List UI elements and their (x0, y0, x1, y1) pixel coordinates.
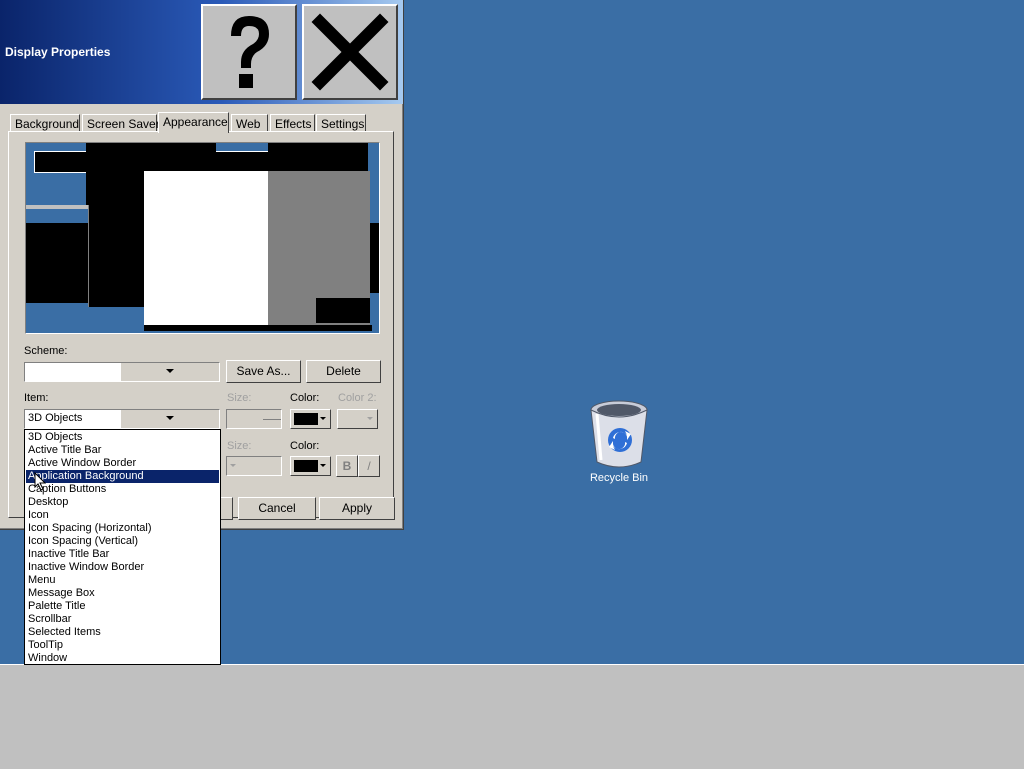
preview-bottom-edge (144, 325, 372, 331)
list-item[interactable]: Icon (26, 509, 219, 522)
list-item[interactable]: Active Title Bar (26, 444, 219, 457)
list-item[interactable]: ToolTip (26, 639, 219, 652)
help-button[interactable] (201, 4, 297, 100)
list-item-selected[interactable]: Application Background (26, 470, 219, 483)
delete-button[interactable]: Delete (306, 360, 381, 383)
spin-up-arrow[interactable] (263, 410, 281, 420)
font-color-picker[interactable] (290, 456, 331, 476)
item-color-picker[interactable] (290, 409, 331, 429)
list-item[interactable]: Menu (26, 574, 219, 587)
recycle-bin-icon (590, 400, 648, 468)
chevron-down-icon (166, 416, 174, 420)
recycle-bin-label: Recycle Bin (589, 472, 649, 484)
item-value: 3D Objects (28, 412, 83, 424)
appearance-preview[interactable] (25, 142, 380, 334)
item-dropdown-list[interactable]: 3D Objects Active Title Bar Active Windo… (24, 429, 221, 665)
item-color2-picker[interactable] (337, 409, 378, 429)
chevron-down-icon (320, 417, 326, 420)
item-size-spinner[interactable] (226, 409, 282, 429)
font-size-label: Size: (227, 440, 252, 452)
list-item[interactable]: Message Box (26, 587, 219, 600)
scheme-combobox[interactable] (24, 362, 220, 382)
list-item[interactable]: Selected Items (26, 626, 219, 639)
item-combobox[interactable]: 3D Objects (24, 409, 220, 429)
list-item[interactable]: Caption Buttons (26, 483, 219, 496)
save-as-button[interactable]: Save As... (226, 360, 301, 383)
preview-message-box (316, 298, 370, 323)
item-color-label: Color: (290, 392, 320, 404)
list-item[interactable]: Icon Spacing (Horizontal) (26, 522, 219, 535)
list-item[interactable]: Inactive Title Bar (26, 548, 219, 561)
preview-right-edge (370, 223, 379, 293)
list-item[interactable]: Desktop (26, 496, 219, 509)
question-mark-icon (231, 16, 269, 88)
tab-effects[interactable]: Effects (270, 114, 315, 132)
close-x-icon (311, 13, 389, 91)
font-color-label: Color: (290, 440, 320, 452)
chevron-down-icon (367, 417, 373, 420)
close-button[interactable] (302, 4, 398, 100)
mouse-cursor-icon (34, 472, 46, 491)
recycle-bin-shortcut[interactable]: Recycle Bin (580, 398, 658, 484)
tab-settings[interactable]: Settings (316, 114, 366, 132)
item-size-label: Size: (227, 392, 252, 404)
title-bar[interactable]: Display Properties (0, 0, 403, 104)
item-color-swatch (294, 413, 318, 425)
preview-window-frame (88, 205, 145, 307)
chevron-down-icon (230, 464, 236, 467)
scheme-label: Scheme: (24, 345, 68, 357)
font-color-swatch (294, 460, 318, 472)
list-item[interactable]: Palette Title (26, 600, 219, 613)
scheme-dropdown-arrow[interactable] (120, 363, 219, 381)
list-item[interactable]: Icon Spacing (Vertical) (26, 535, 219, 548)
italic-button[interactable]: / (358, 455, 380, 477)
dialog-title: Display Properties (5, 45, 111, 59)
list-item[interactable]: 3D Objects (26, 431, 219, 444)
tab-web[interactable]: Web (231, 114, 268, 132)
apply-button[interactable]: Apply (319, 497, 395, 520)
bold-button[interactable]: B (336, 455, 358, 477)
chevron-down-icon (320, 464, 326, 467)
preview-left-block (26, 223, 88, 303)
item-color2-label: Color 2: (338, 392, 377, 404)
chevron-down-icon (166, 369, 174, 373)
list-item[interactable]: Active Window Border (26, 457, 219, 470)
cancel-button[interactable]: Cancel (238, 497, 316, 520)
taskbar (0, 664, 1024, 769)
font-size-combobox[interactable] (226, 456, 282, 476)
preview-window-text-area (144, 171, 270, 329)
list-item[interactable]: Window (26, 652, 219, 665)
item-dropdown-arrow[interactable] (120, 410, 219, 428)
tab-appearance[interactable]: Appearance (158, 112, 229, 133)
item-label: Item: (24, 392, 49, 404)
list-item[interactable]: Scrollbar (26, 613, 219, 626)
list-item[interactable]: Inactive Window Border (26, 561, 219, 574)
tab-background[interactable]: Background (10, 114, 80, 132)
tab-screen-saver[interactable]: Screen Saver (82, 114, 160, 132)
preview-title-bar (268, 143, 368, 171)
